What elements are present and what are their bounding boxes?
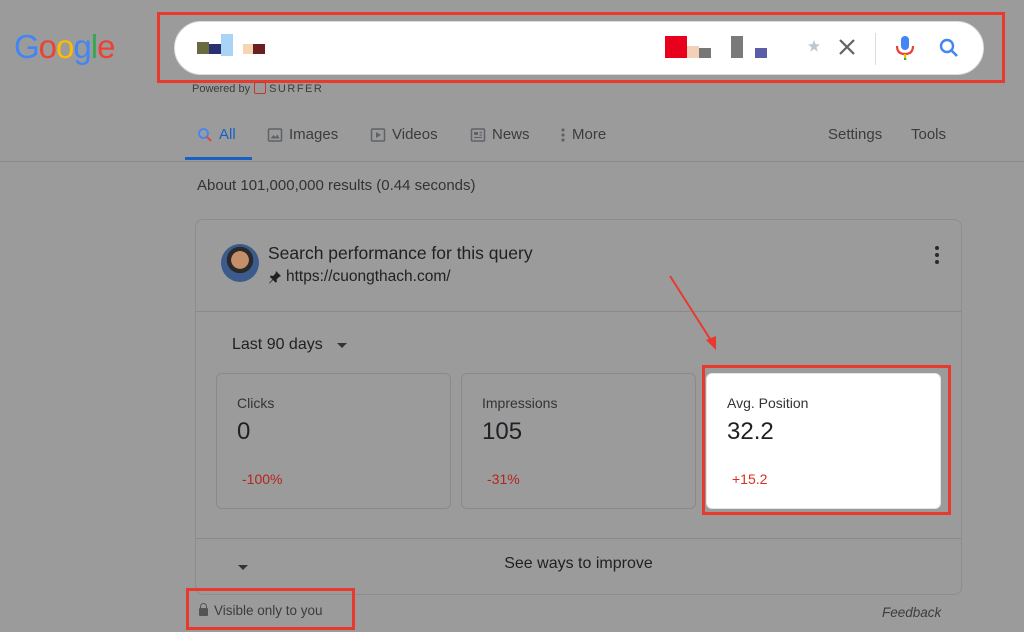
feedback-link[interactable]: Feedback bbox=[882, 605, 941, 620]
see-ways-to-improve[interactable]: See ways to improve bbox=[196, 555, 961, 573]
play-icon bbox=[370, 127, 386, 142]
logo-letter: o bbox=[38, 28, 57, 65]
tabs-divider bbox=[0, 161, 1024, 162]
tab-label: Videos bbox=[392, 126, 438, 143]
metric-impressions: Impressions 105 -31% bbox=[461, 373, 696, 509]
metric-delta: -31% bbox=[487, 471, 520, 487]
tab-more[interactable]: More bbox=[560, 126, 606, 143]
avatar bbox=[221, 244, 259, 282]
google-logo[interactable]: Google bbox=[14, 28, 115, 66]
site-url[interactable]: https://cuongthach.com/ bbox=[268, 268, 451, 286]
metric-value: 0 bbox=[237, 418, 251, 445]
metric-value: 105 bbox=[482, 418, 523, 445]
metric-delta: -100% bbox=[242, 471, 283, 487]
tab-videos[interactable]: Videos bbox=[370, 126, 438, 143]
surfer-logo-icon bbox=[254, 82, 267, 94]
metric-label: Impressions bbox=[482, 395, 558, 411]
tab-news[interactable]: News bbox=[470, 126, 530, 143]
card-divider bbox=[196, 538, 961, 539]
tab-label: All bbox=[219, 126, 236, 143]
more-vert-icon bbox=[561, 127, 565, 142]
card-divider bbox=[196, 311, 961, 312]
site-url-text: https://cuongthach.com/ bbox=[286, 268, 451, 285]
result-stats: About 101,000,000 results (0.44 seconds) bbox=[197, 177, 476, 194]
pin-icon bbox=[269, 271, 281, 284]
visibility-highlight bbox=[186, 588, 355, 630]
tab-all[interactable]: All bbox=[197, 126, 236, 143]
logo-letter: e bbox=[97, 28, 115, 65]
tab-images[interactable]: Images bbox=[267, 126, 338, 143]
news-icon bbox=[470, 127, 486, 142]
surfer-brand[interactable]: SURFER bbox=[269, 83, 323, 95]
logo-letter: o bbox=[56, 28, 74, 65]
period-selector[interactable]: Last 90 days bbox=[232, 336, 347, 354]
search-tabs: All Images Videos News More Settings Too… bbox=[0, 118, 1024, 162]
avg-position-highlight bbox=[702, 365, 951, 515]
powered-by: Powered by SURFER bbox=[192, 82, 323, 95]
annotation-arrow-icon bbox=[669, 275, 716, 350]
tab-label: More bbox=[572, 126, 607, 143]
logo-letter: G bbox=[14, 28, 40, 65]
tools-link[interactable]: Tools bbox=[911, 126, 946, 143]
tab-label: News bbox=[492, 126, 530, 143]
tab-label: Images bbox=[289, 126, 339, 143]
card-menu-icon[interactable] bbox=[929, 244, 945, 266]
period-label: Last 90 days bbox=[232, 336, 323, 353]
active-tab-indicator bbox=[185, 157, 252, 160]
metric-clicks: Clicks 0 -100% bbox=[216, 373, 451, 509]
logo-letter: g bbox=[73, 28, 91, 65]
powered-label: Powered by bbox=[192, 83, 251, 95]
settings-link[interactable]: Settings bbox=[828, 126, 882, 143]
search-icon bbox=[198, 127, 212, 142]
image-icon bbox=[267, 127, 283, 142]
card-title: Search performance for this query bbox=[268, 243, 533, 263]
chevron-down-icon bbox=[336, 342, 347, 348]
metric-label: Clicks bbox=[237, 395, 275, 411]
search-highlight bbox=[157, 12, 1005, 83]
